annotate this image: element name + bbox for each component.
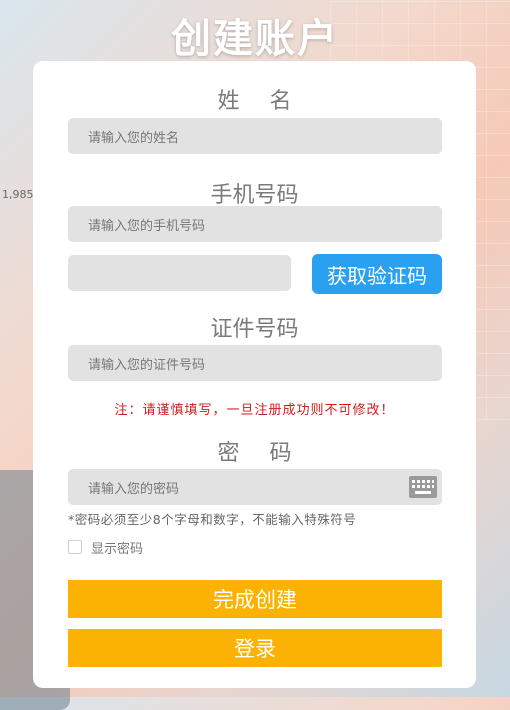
get-code-button[interactable]: 获取验证码	[312, 254, 442, 294]
name-placeholder: 请输入您的姓名	[88, 130, 180, 146]
phone-input[interactable]: 请输入您的手机号码	[68, 206, 442, 242]
password-placeholder: 请输入您的密码	[88, 481, 180, 497]
id-number-input[interactable]: 请输入您的证件号码	[68, 345, 442, 381]
login-button[interactable]: 登录	[68, 629, 442, 667]
show-password-label[interactable]: 显示密码	[91, 538, 143, 557]
password-input[interactable]: 请输入您的密码	[68, 469, 442, 505]
id-label: 证件号码	[210, 317, 299, 342]
password-label: 密码	[217, 441, 322, 466]
registration-card: 姓名 请输入您的姓名 手机号码 请输入您的手机号码 获取验证码 证件号码 请输入…	[33, 61, 476, 688]
keyboard-icon[interactable]	[409, 476, 437, 498]
registration-notice: 注：请谨慎填写，一旦注册成功则不可修改！	[114, 403, 395, 418]
name-input[interactable]: 请输入您的姓名	[68, 118, 442, 154]
name-label: 姓名	[217, 89, 322, 114]
id-placeholder: 请输入您的证件号码	[88, 357, 206, 373]
show-password-checkbox[interactable]	[68, 540, 82, 554]
background-number: 1,985	[2, 188, 34, 201]
phone-label: 手机号码	[210, 183, 299, 208]
verification-code-input[interactable]	[68, 255, 291, 291]
complete-create-button[interactable]: 完成创建	[68, 580, 442, 618]
password-hint: *密码必须至少8个字母和数字，不能输入特殊符号	[68, 512, 357, 527]
page-title: 创建账户	[171, 16, 339, 62]
phone-placeholder: 请输入您的手机号码	[88, 218, 206, 234]
